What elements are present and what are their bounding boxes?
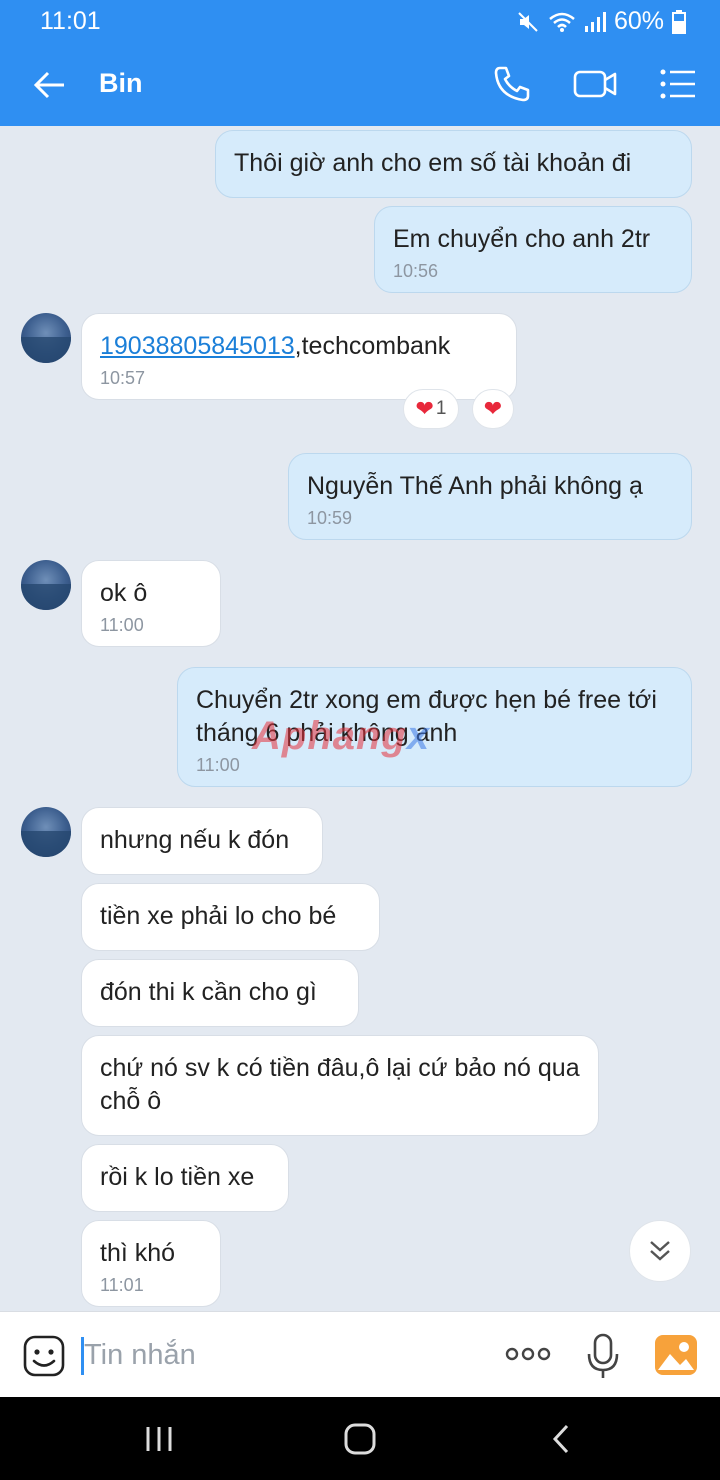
scroll-to-bottom-button[interactable]: [629, 1220, 691, 1282]
message-composer: [0, 1311, 720, 1397]
video-call-icon[interactable]: [572, 62, 617, 106]
system-navigation-bar: [0, 1397, 720, 1480]
message-bubble-outgoing[interactable]: Nguyễn Thế Anh phải không ạ 10:59: [288, 453, 692, 540]
more-options-icon[interactable]: [504, 1342, 552, 1366]
heart-icon: ❤: [483, 396, 503, 421]
phone-call-icon[interactable]: [490, 62, 534, 106]
message-text: chứ nó sv k có tiền đâu,ô lại cứ bảo nó …: [100, 1054, 580, 1115]
signal-icon: [584, 11, 606, 33]
contact-avatar[interactable]: [21, 560, 71, 610]
message-bubble-incoming[interactable]: chứ nó sv k có tiền đâu,ô lại cứ bảo nó …: [81, 1035, 599, 1136]
reaction-count-badge[interactable]: ❤ 1: [403, 389, 459, 429]
home-icon[interactable]: [340, 1421, 380, 1457]
message-text: ok ô: [100, 579, 148, 607]
message-bubble-incoming[interactable]: đón thi k cần cho gì: [81, 959, 359, 1027]
message-bubble-incoming[interactable]: ok ô 11:00: [81, 560, 221, 647]
microphone-icon[interactable]: [585, 1332, 621, 1380]
message-text: thì khó: [100, 1239, 176, 1267]
message-text: Nguyễn Thế Anh phải không ạ: [307, 472, 643, 500]
message-bubble-incoming[interactable]: nhưng nếu k đón: [81, 807, 323, 875]
status-icons: 60%: [516, 7, 686, 36]
message-bubble-outgoing[interactable]: Thôi giờ anh cho em số tài khoản đi: [215, 130, 692, 198]
message-text: Em chuyển cho anh 2tr: [393, 225, 651, 253]
message-bubble-outgoing[interactable]: Em chuyển cho anh 2tr 10:56: [374, 206, 692, 293]
message-text: nhưng nếu k đón: [100, 826, 290, 854]
back-arrow-icon[interactable]: [28, 64, 70, 106]
add-reaction-button[interactable]: ❤: [472, 389, 514, 429]
back-nav-icon[interactable]: [543, 1421, 583, 1457]
contact-avatar[interactable]: [21, 807, 71, 857]
battery-icon: [672, 9, 686, 34]
chat-header: Bin: [0, 42, 720, 126]
message-bubble-incoming[interactable]: thì khó 11:01: [81, 1220, 221, 1307]
message-time: 10:56: [393, 261, 439, 281]
message-bubble-incoming[interactable]: rồi k lo tiền xe: [81, 1144, 289, 1212]
contact-avatar[interactable]: [21, 313, 71, 363]
mute-icon: [516, 10, 540, 34]
message-text: tiền xe phải lo cho bé: [100, 902, 337, 930]
message-text: rồi k lo tiền xe: [100, 1163, 255, 1191]
message-bubble-incoming[interactable]: 19038805845013,techcombank 10:57: [81, 313, 517, 400]
message-time: 10:57: [100, 368, 146, 388]
message-input[interactable]: [84, 1330, 484, 1380]
message-bubble-incoming[interactable]: tiền xe phải lo cho bé: [81, 883, 380, 951]
account-number-link[interactable]: 19038805845013: [100, 332, 295, 360]
photo-gallery-icon[interactable]: [654, 1334, 698, 1376]
heart-icon: ❤: [415, 396, 434, 421]
message-time: 11:00: [100, 615, 144, 635]
status-time: 11:01: [40, 7, 101, 35]
message-text: Thôi giờ anh cho em số tài khoản đi: [234, 149, 632, 177]
emoji-sticker-icon[interactable]: [22, 1334, 66, 1378]
message-text: 19038805845013,techcombank: [100, 332, 451, 360]
message-text: đón thi k cần cho gì: [100, 978, 317, 1006]
status-bar: 11:01 60%: [0, 0, 720, 42]
menu-list-icon[interactable]: [658, 62, 702, 106]
double-chevron-down-icon: [650, 1241, 670, 1261]
recent-apps-icon[interactable]: [140, 1421, 180, 1457]
chat-title[interactable]: Bin: [99, 68, 143, 99]
message-time: 10:59: [307, 508, 353, 528]
wifi-icon: [548, 11, 576, 33]
watermark-logo: Aphangx: [252, 714, 431, 758]
battery-level: 60%: [613, 7, 664, 35]
reaction-count: 1: [435, 398, 447, 419]
message-list[interactable]: Thôi giờ anh cho em số tài khoản đi Em c…: [0, 126, 720, 1311]
message-time: 11:01: [100, 1275, 144, 1295]
